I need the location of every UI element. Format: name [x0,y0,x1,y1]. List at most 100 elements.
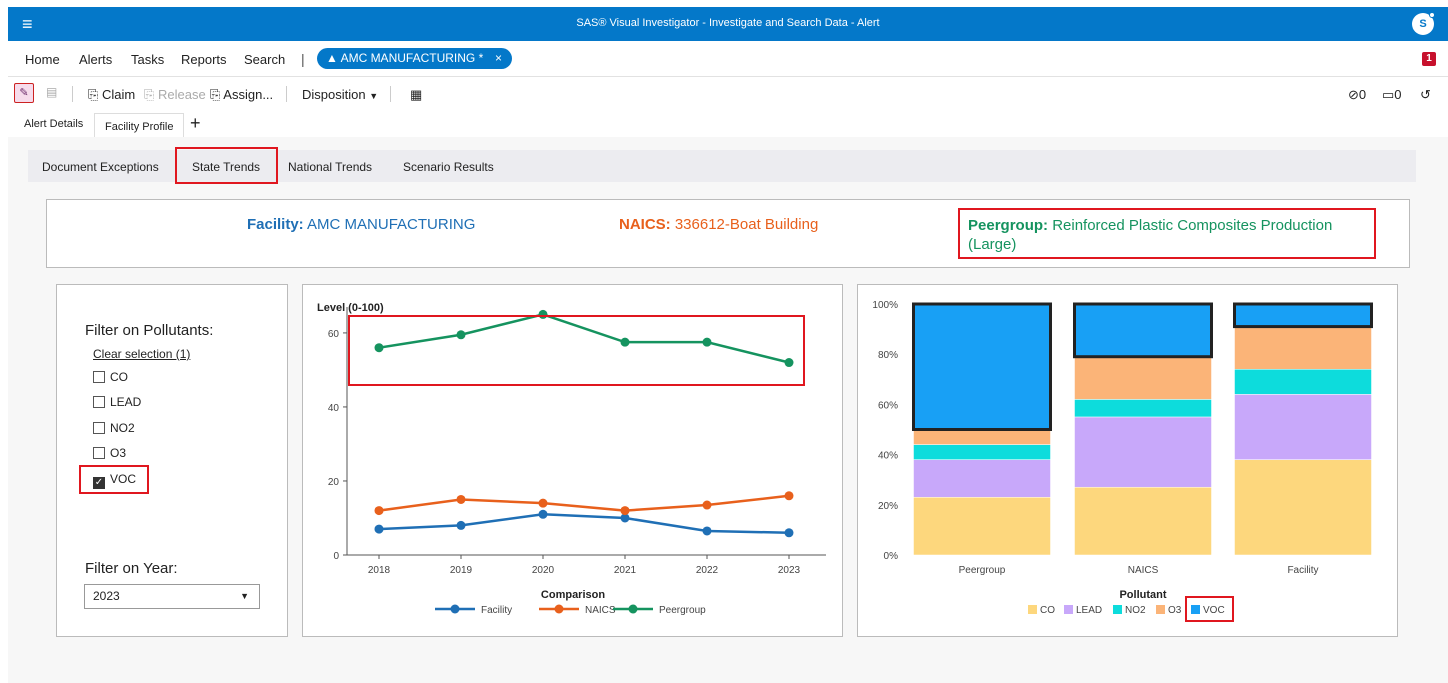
checkbox-co-label: CO [110,370,128,384]
assign-button[interactable]: ⎘ Assign... [210,87,273,103]
bar-segment-facility-o3 [1234,326,1372,370]
data-point-naics [456,494,466,504]
release-icon: ⎘ [144,87,159,102]
claim-icon: ⎘ [88,87,103,102]
toolbar: ✎ ▤ ⎘ Claim ⎘ Release ⎘ Assign... Dispos… [8,79,1448,109]
layout-icon[interactable]: ▦ [410,87,422,103]
tab-national-trends[interactable]: National Trends [288,160,372,174]
highlight-box [79,465,149,494]
bar-segment-facility-no2 [1234,369,1372,395]
legend-swatch-o3 [1156,605,1165,614]
legend-label-naics: NAICS [585,605,616,616]
bar-segment-naics-voc [1073,302,1213,359]
data-point-naics [620,506,630,516]
clear-selection-link[interactable]: Clear selection (1) [93,347,190,361]
release-button[interactable]: ⎘ Release [144,87,206,103]
bar-segment-naics-o3 [1074,356,1212,400]
data-point-naics [538,498,548,508]
checkbox-co[interactable]: CO [93,370,128,384]
disposition-dropdown[interactable]: Disposition ▼ [302,87,378,102]
highlight-box [958,208,1376,259]
nav-reports[interactable]: Reports [181,52,227,67]
checkbox-lead[interactable]: LEAD [93,395,141,409]
legend-swatch-co [1028,605,1037,614]
x-tick-label: 2021 [614,565,637,576]
stacked-bar-chart: 0% 20% 40% 60% 80% 100% Peergroup NAICS Facility… [872,300,1373,616]
attachments-button[interactable]: ⊘0 [1348,87,1366,103]
facility-info: Facility: AMC MANUFACTURING [247,216,475,233]
user-initial: S [1419,18,1427,30]
chevron-down-icon: ▼ [240,591,249,601]
close-icon[interactable]: × [495,48,502,69]
facility-value: AMC MANUFACTURING [307,216,476,233]
tab-facility-profile[interactable]: Facility Profile [94,113,185,138]
bar-segment-peergroup-no2 [913,444,1051,460]
bar-segment-facility-co [1234,459,1372,556]
legend-label-peergroup: Peergroup [659,605,706,616]
chevron-down-icon: ▼ [369,91,379,101]
tab-scenario-results[interactable]: Scenario Results [403,160,494,174]
nav-home[interactable]: Home [25,52,60,67]
y-tick-label: 0% [884,551,899,562]
y-tick-label: 40 [328,403,340,414]
x-tick-label: 2018 [368,565,391,576]
bar-segment-naics-no2 [1074,399,1212,418]
nav-tasks[interactable]: Tasks [131,52,164,67]
x-tick-label: NAICS [1128,565,1159,576]
bar-segment-facility-voc [1233,302,1373,329]
open-alert-tab[interactable]: ▲ AMC MANUFACTURING * × [317,48,512,69]
checkbox-o3[interactable]: O3 [93,446,126,460]
highlight-box [1185,596,1234,622]
checkbox-lead-label: LEAD [110,395,142,409]
legend-marker-naics [554,604,564,614]
avatar[interactable]: S [1412,12,1435,35]
year-select-value: 2023 [93,589,120,603]
title-bar: ≡ SAS® Visual Investigator - Investigate… [8,7,1448,41]
year-select[interactable]: 2023 ▼ [84,584,260,609]
history-icon[interactable]: ↺ [1420,87,1431,103]
app-window: ≡ SAS® Visual Investigator - Investigate… [8,7,1448,683]
x-tick-label: 2019 [450,565,473,576]
y-tick-label: 60 [328,329,340,340]
data-point-facility [784,528,794,538]
tab-document-exceptions[interactable]: Document Exceptions [42,160,159,174]
highlight-box [348,315,805,386]
chart-title: Level (0-100) [317,302,384,314]
disposition-label: Disposition [302,87,366,102]
naics-label: NAICS: [619,216,671,233]
status-dot [1429,12,1435,18]
x-axis-title: Comparison [541,589,605,601]
claim-label: Claim [102,87,136,102]
checkbox-no2-box [93,422,105,434]
tab-alert-details[interactable]: Alert Details [24,118,83,130]
legend-swatch-lead [1064,605,1073,614]
comments-button[interactable]: ▭0 [1382,87,1402,103]
legend-label-no2: NO2 [1125,605,1146,616]
checkbox-co-box [93,371,105,383]
data-point-facility [538,509,548,519]
toolbar-divider [286,86,287,102]
bar-segment-peergroup-voc [912,302,1052,431]
add-tab-icon[interactable]: + [190,113,201,134]
nav-search[interactable]: Search [244,52,285,67]
claim-button[interactable]: ⎘ Claim [88,87,135,103]
open-alert-tab-label: AMC MANUFACTURING * [340,51,484,65]
bar-segment-peergroup-o3 [913,429,1051,445]
notification-badge[interactable]: 1 [1422,52,1436,66]
checkbox-lead-box [93,396,105,408]
bar-segment-peergroup-lead [913,459,1051,498]
nav-alerts[interactable]: Alerts [79,52,112,67]
checkbox-no2-label: NO2 [110,421,135,435]
edit-icon[interactable]: ✎ [14,83,34,103]
checkbox-no2[interactable]: NO2 [93,421,135,435]
bar-segment-naics-lead [1074,416,1212,488]
x-tick-label: Facility [1287,565,1318,576]
data-point-facility [374,524,384,534]
attachments-count: 0 [1358,87,1367,102]
assign-icon: ⎘ [210,87,224,102]
data-point-naics [702,500,712,510]
y-tick-label: 40% [878,451,898,462]
year-filter-title: Filter on Year: [85,560,178,577]
save-icon[interactable]: ▤ [46,85,57,99]
line-chart-panel: Level (0-100) 0 20 40 60 2018 2019 2020 2021 2022… [302,284,843,637]
